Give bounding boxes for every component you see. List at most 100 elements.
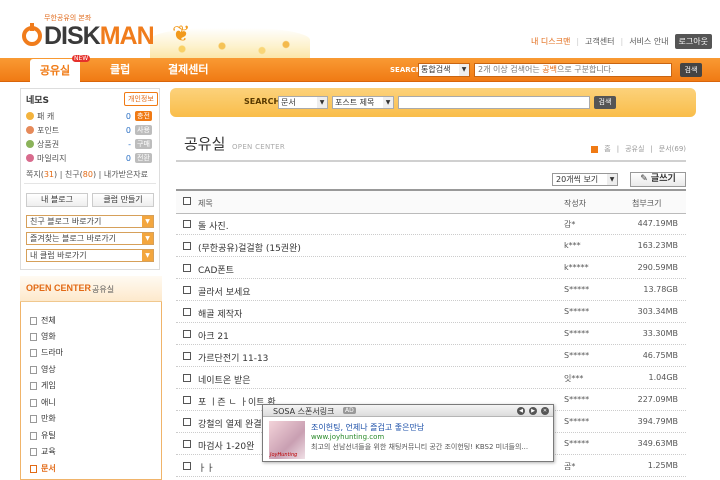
my-blog-button[interactable]: 내 블로그 [26,193,88,207]
per-page-select[interactable]: 20개씩 보기 ▼ [552,173,618,186]
table-row[interactable]: 돌 사진. 감* 447.19MB [176,214,686,235]
sponsor-link-popup[interactable]: SOSA 스폰서링크 AD ◀ ▶ ✕ JoyHunting 조이헌팅, 언제나… [262,404,554,462]
row-checkbox[interactable] [183,242,191,250]
favorite-blog-select[interactable]: 즐겨찾는 블로그 바로가기 ▼ [26,232,154,245]
category-video[interactable]: 영상 [30,364,56,375]
category-movie[interactable]: 영화 [30,331,56,342]
nav-tab-payment[interactable]: 결제센터 [168,58,208,82]
category-utility[interactable]: 유틸 [30,430,56,441]
friends-label[interactable]: ) | 친구( [54,170,83,179]
row-title[interactable]: 해골 제작자 [198,307,242,320]
diskman-logo[interactable]: DISKMAN [22,22,155,51]
logout-button[interactable]: 로그아웃 [674,34,712,49]
close-icon[interactable]: ✕ [541,407,549,415]
create-club-button[interactable]: 클럽 만들기 [92,193,154,207]
category-documents[interactable]: 문서 [30,463,56,474]
category-drama[interactable]: 드라마 [30,347,63,358]
row-author: 곰* [564,462,576,471]
row-title[interactable]: 돌 사진. [198,219,229,232]
nav-tab-share[interactable]: 공유실 [30,59,80,82]
category-label: 문서 [41,464,56,473]
column-title: 제목 [198,199,213,208]
row-checkbox[interactable] [183,330,191,338]
select-all-checkbox[interactable] [183,197,191,205]
row-title[interactable]: CAD폰트 [198,263,234,276]
row-size: 290.59MB [637,263,678,272]
category-game[interactable]: 게임 [30,380,56,391]
search-field-select[interactable]: 포스트 제목 ▼ [332,96,394,109]
row-checkbox[interactable] [183,220,191,228]
row-title[interactable]: 가르단전기 11-13 [198,351,268,364]
nav-search-button[interactable]: 검색 [680,63,702,77]
row-author: S***** [564,285,590,294]
previous-icon[interactable]: ◀ [517,407,525,415]
table-row[interactable]: 아크 21 S***** 33.30MB [176,324,686,345]
my-club-select[interactable]: 내 클럽 바로가기 ▼ [26,249,154,262]
row-checkbox[interactable] [183,418,191,426]
charge-button[interactable]: 충전 [135,111,152,121]
row-title[interactable]: 골라서 보세요 [198,285,251,298]
nav-tab-club[interactable]: 클럽 [110,58,130,82]
row-title[interactable]: ㅏㅏ [198,461,215,474]
row-checkbox[interactable] [183,462,191,470]
row-checkbox[interactable] [183,308,191,316]
row-title[interactable]: 아크 21 [198,329,229,342]
messages-count[interactable]: 31 [44,170,54,179]
row-checkbox[interactable] [183,440,191,448]
breadcrumb-share[interactable]: 공유실 [625,144,644,154]
main-search-label: SEARCH [244,97,281,106]
category-select[interactable]: 문서 ▼ [278,96,328,109]
ad-headline[interactable]: 조이헌팅, 언제나 즐겁고 좋은만남 [311,422,424,433]
ad-image[interactable]: JoyHunting [269,421,305,459]
row-checkbox[interactable] [183,352,191,360]
convert-mileage-button[interactable]: 전환 [135,153,152,163]
my-diskman-link[interactable]: 내 디스크맨 [531,36,570,47]
nav-search-input[interactable]: 2개 이상 검색어는 공백으로 구분합니다. [474,63,672,77]
chevron-down-icon: ▼ [142,216,153,227]
row-title[interactable]: (무한공유)걸걸함 (15권완) [198,241,301,254]
next-icon[interactable]: ▶ [529,407,537,415]
use-points-button[interactable]: 사용 [135,125,152,135]
category-comic[interactable]: 만화 [30,413,56,424]
search-hint-text-end: 으로 구분합니다. [556,65,614,74]
row-title[interactable]: 네이트온 받은 [198,373,251,386]
friends-count[interactable]: 80 [83,170,93,179]
page-title-en: OPEN CENTER [232,143,286,151]
logo-text-disk: DISK [44,22,101,50]
service-guide-link[interactable]: 서비스 안내 [629,36,668,47]
row-checkbox[interactable] [183,286,191,294]
breadcrumb-documents[interactable]: 문서(69) [659,144,686,154]
row-checkbox[interactable] [183,374,191,382]
table-row[interactable]: 가르단전기 11-13 S***** 46.75MB [176,346,686,367]
document-icon [30,332,37,341]
row-checkbox[interactable] [183,264,191,272]
category-anime[interactable]: 애니 [30,397,56,408]
stat-value: 0 [125,125,131,135]
column-author: 작성자 [564,199,587,208]
write-button[interactable]: ✎ 글쓰기 [630,172,686,187]
select-value: 내 클럽 바로가기 [30,251,87,260]
buy-coupon-button[interactable]: 구매 [135,139,152,149]
category-all[interactable]: 전체 [30,315,56,326]
friend-blog-select[interactable]: 친구 블로그 바로가기 ▼ [26,215,154,228]
row-title[interactable]: 강철의 열제 완결 [198,417,262,430]
main-search-button[interactable]: 검색 [594,96,616,109]
messages-label[interactable]: 쪽지( [26,170,44,179]
profile-button[interactable]: 개인정보 [124,92,158,106]
category-education[interactable]: 교육 [30,446,56,457]
ad-url[interactable]: www.joyhunting.com [311,433,384,441]
breadcrumb-home[interactable]: 홈 [604,144,610,154]
select-value: 20개씩 보기 [556,175,599,184]
main-search-input[interactable] [398,96,590,109]
received-files-link[interactable]: ) | 내가받은자료 [93,170,148,179]
table-row[interactable]: 골라서 보세요 S***** 13.78GB [176,280,686,301]
power-icon [22,23,42,46]
table-row[interactable]: CAD폰트 k***** 290.59MB [176,258,686,279]
row-title[interactable]: 마검사 1-20완 [198,439,254,452]
customer-center-link[interactable]: 고객센터 [585,36,614,47]
table-row[interactable]: (무한공유)걸걸함 (15권완) k*** 163.23MB [176,236,686,257]
row-checkbox[interactable] [183,396,191,404]
table-row[interactable]: 네이트온 받은 잇*** 1.04GB [176,368,686,389]
table-row[interactable]: 해골 제작자 S***** 303.34MB [176,302,686,323]
nav-search-scope-select[interactable]: 통합검색 ▼ [418,63,470,77]
